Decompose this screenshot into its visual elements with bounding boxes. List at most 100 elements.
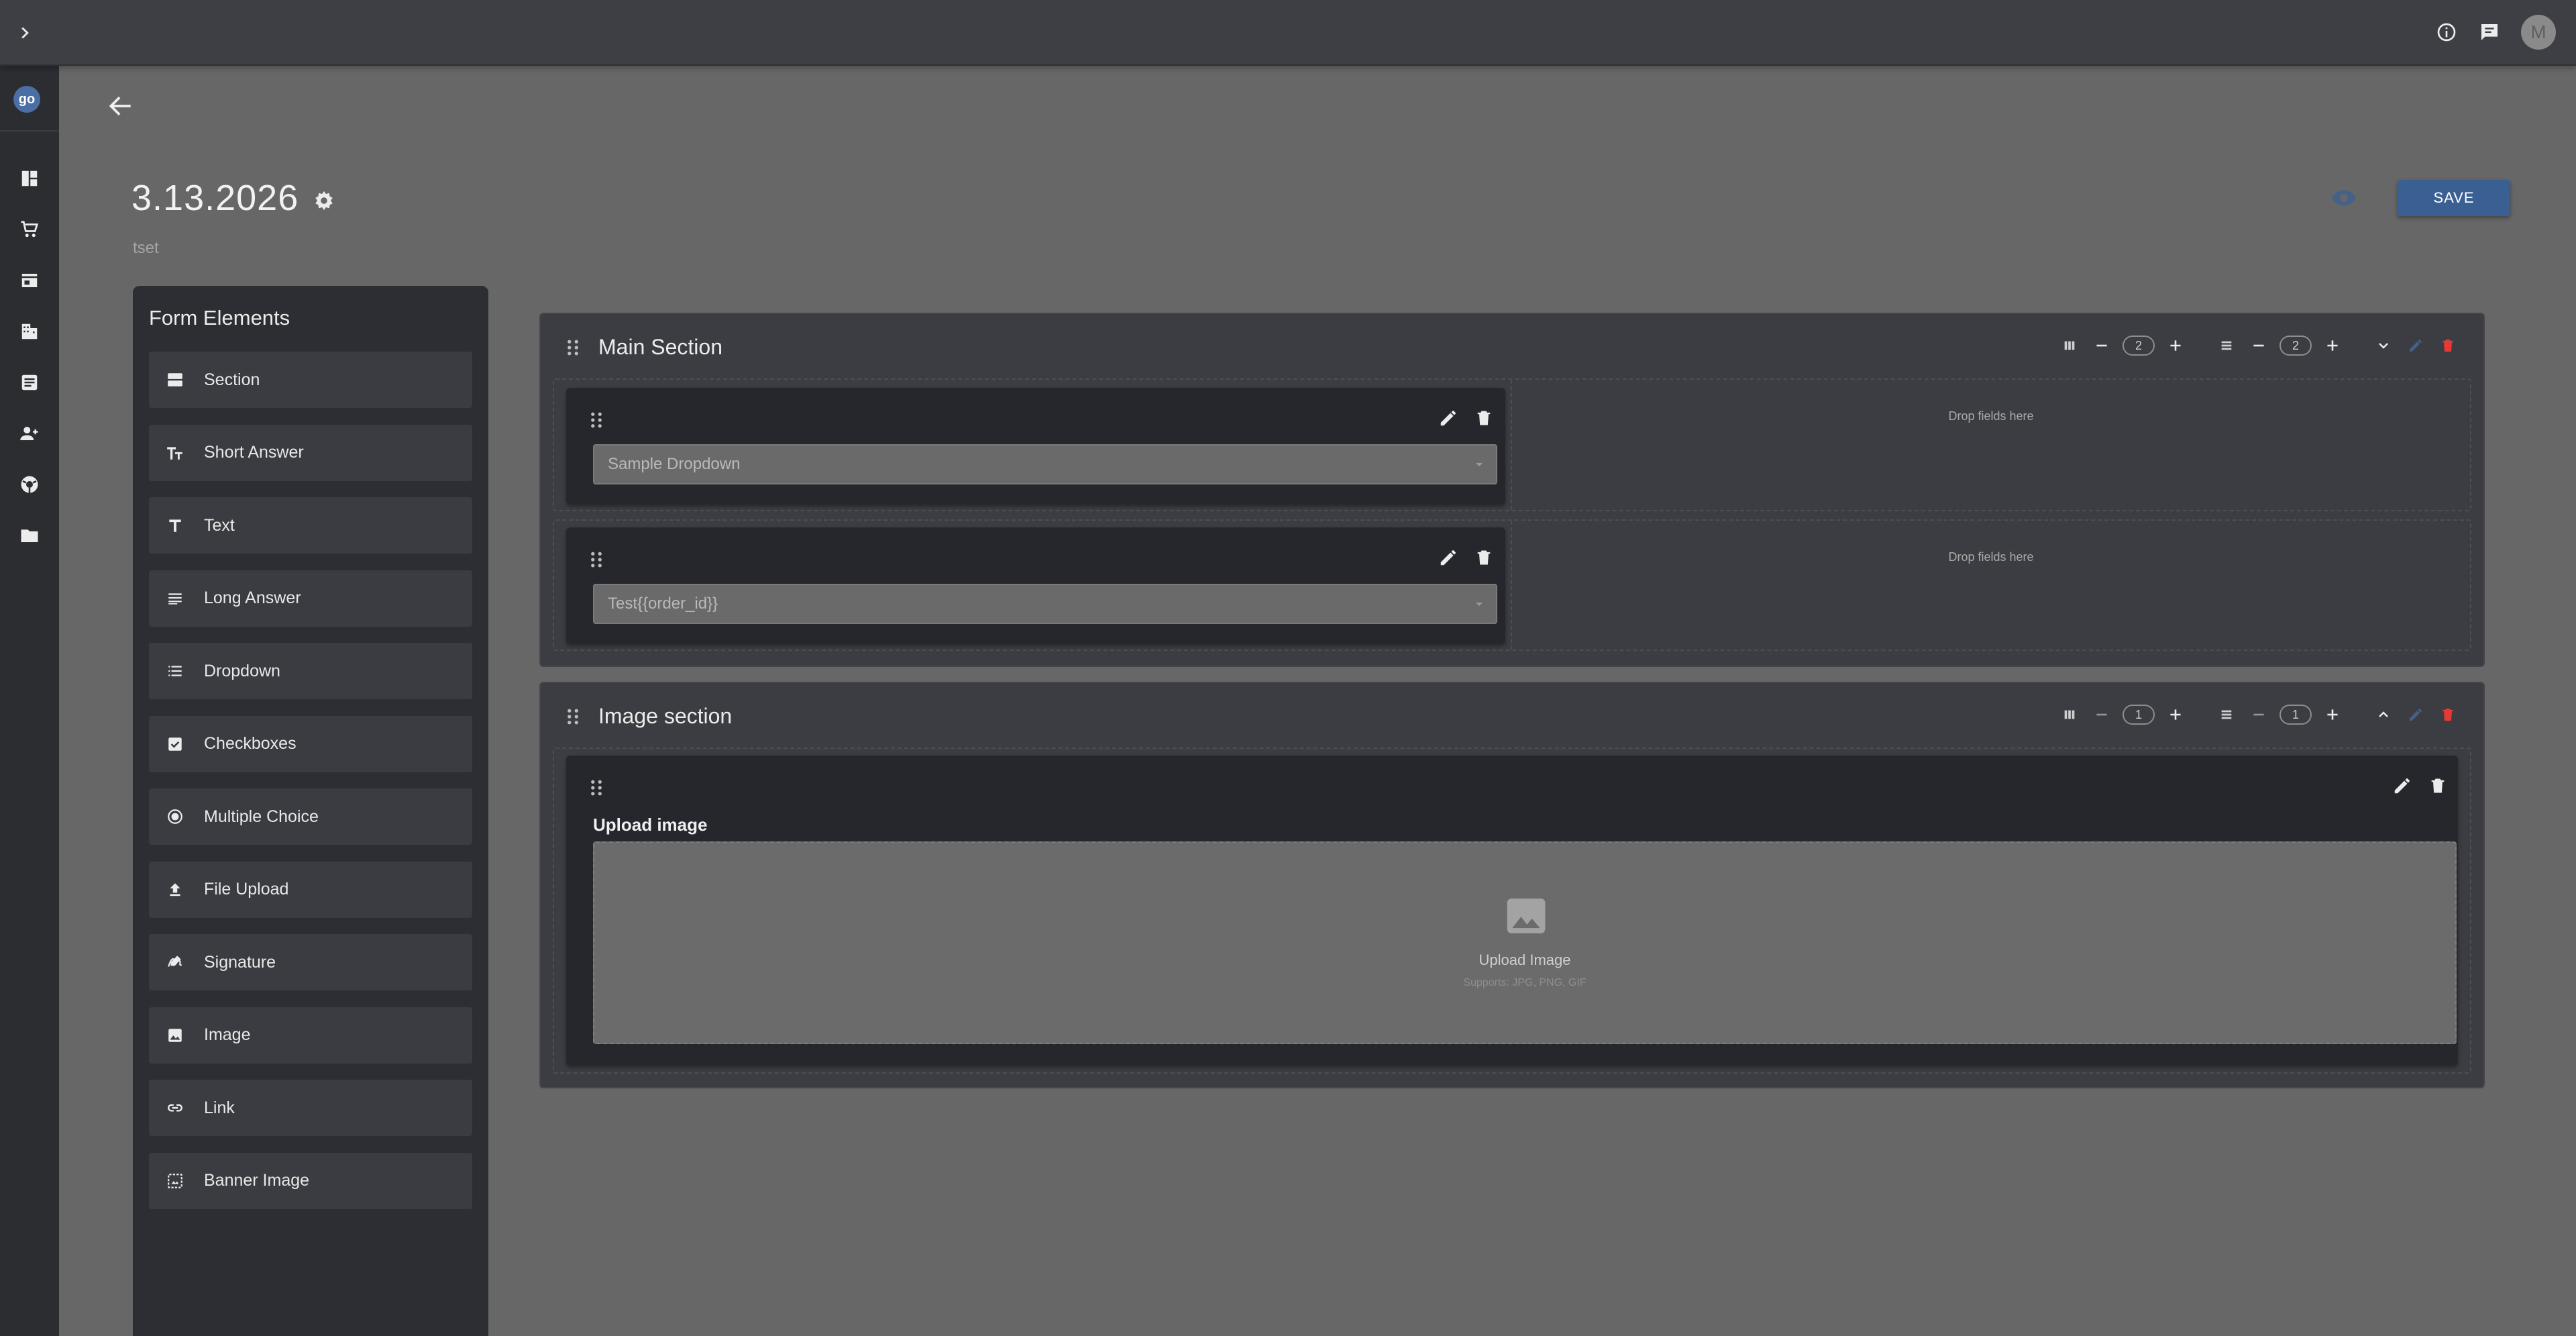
top-bar-actions: M [2435,15,2556,50]
delete-section-icon[interactable] [2436,334,2459,357]
nav-forms[interactable] [0,357,59,408]
edit-field-icon[interactable] [1438,548,1461,570]
gear-icon[interactable] [313,189,335,212]
nav-company[interactable] [0,306,59,357]
edit-section-icon[interactable] [2404,334,2427,357]
column-count: 2 [2123,336,2155,356]
edit-section-icon[interactable] [2404,703,2427,726]
rows-icon [2215,703,2238,726]
element-label: Short Answer [204,443,304,462]
avatar[interactable]: M [2521,15,2556,50]
element-short-answer[interactable]: Short Answer [149,424,472,481]
info-icon[interactable] [2435,21,2458,44]
delete-field-icon[interactable] [1474,408,1497,431]
element-file-upload[interactable]: File Upload [149,861,472,918]
back-arrow-icon[interactable] [106,91,136,121]
nav-support[interactable] [0,459,59,510]
element-dropdown[interactable]: Dropdown [149,643,472,699]
caret-down-icon [1474,462,1484,468]
element-banner-image[interactable]: Banner Image [149,1152,472,1209]
nav-users[interactable] [0,408,59,459]
decrease-columns-button[interactable] [2090,334,2113,357]
nav-dashboard[interactable] [0,153,59,204]
nav-files[interactable] [0,510,59,561]
row-count: 2 [2279,336,2312,356]
chevron-down-icon[interactable] [2372,334,2395,357]
decrease-rows-button[interactable] [2247,703,2270,726]
edit-field-icon[interactable] [2392,776,2415,799]
link-icon [165,1098,185,1118]
app-logo[interactable]: go [13,86,40,113]
drag-handle-icon[interactable] [565,338,581,357]
element-long-answer[interactable]: Long Answer [149,570,472,627]
element-label: Text [204,515,235,535]
dropdown-value: Sample Dropdown [608,455,741,473]
increase-columns-button[interactable] [2164,703,2187,726]
columns-icon [2058,334,2081,357]
element-label: Banner Image [204,1171,310,1190]
form-elements-list: Section Short Answer Text Long Answer Dr… [149,352,472,1225]
top-bar: M [0,0,2576,66]
list-icon [165,661,185,681]
form-elements-panel: Form Elements Section Short Answer Text … [133,286,488,1336]
element-label: Long Answer [204,588,301,607]
feedback-icon[interactable] [2478,21,2501,44]
nav-store[interactable] [0,255,59,306]
store-icon [19,270,40,291]
dashboard-icon [19,168,40,189]
chevron-right-icon[interactable] [15,23,35,43]
panel-title: Form Elements [149,306,290,329]
element-link[interactable]: Link [149,1080,472,1136]
chevron-up-icon[interactable] [2372,703,2395,726]
delete-field-icon[interactable] [1474,548,1497,570]
element-multiple-choice[interactable]: Multiple Choice [149,788,472,845]
rail-divider [0,130,59,132]
dropdown-field[interactable]: Test{{order_id}} [593,584,1497,624]
drop-zone[interactable]: Drop fields here [1511,521,2470,650]
image-icon [165,1025,185,1045]
nav-orders[interactable] [0,204,59,255]
long-text-icon [165,588,185,609]
increase-rows-button[interactable] [2321,334,2344,357]
increase-rows-button[interactable] [2321,703,2344,726]
image-field-card[interactable]: Upload image Upload Image Supports: JPG,… [566,756,2458,1066]
decrease-columns-button[interactable] [2090,703,2113,726]
rows-icon [2215,334,2238,357]
save-button[interactable]: SAVE [2398,180,2510,216]
banner-image-icon [165,1171,185,1191]
decrease-rows-button[interactable] [2247,334,2270,357]
drag-handle-icon[interactable] [589,411,604,429]
increase-columns-button[interactable] [2164,334,2187,357]
delete-field-icon[interactable] [2428,776,2451,799]
section-header: Main Section 2 2 [541,314,2483,378]
drag-handle-icon[interactable] [589,550,604,569]
image-upload-dropzone[interactable]: Upload Image Supports: JPG, PNG, GIF [593,841,2457,1044]
element-signature[interactable]: Signature [149,934,472,990]
section-title: Image section [598,704,733,728]
drag-handle-icon[interactable] [565,707,581,726]
delete-section-icon[interactable] [2436,703,2459,726]
element-label: Image [204,1025,251,1044]
preview-eye-icon[interactable] [2330,187,2357,209]
edit-field-icon[interactable] [1438,408,1461,431]
field-card[interactable]: Test{{order_id}} [566,527,1505,644]
drag-handle-icon[interactable] [589,778,604,797]
field-card[interactable]: Sample Dropdown [566,388,1505,505]
element-label: Link [204,1098,235,1117]
drop-zone-text: Drop fields here [1948,409,2034,423]
add-user-icon [19,423,40,444]
element-label: Signature [204,952,276,972]
form-section-main: Main Section 2 2 Sample Dropdown Drop fi… [539,313,2485,667]
cart-icon [19,219,40,240]
element-checkboxes[interactable]: Checkboxes [149,715,472,772]
drop-zone[interactable]: Drop fields here [1511,380,2470,510]
section-row: Sample Dropdown Drop fields here [553,378,2471,511]
section-header: Image section 1 1 [541,683,2483,748]
dropdown-field[interactable]: Sample Dropdown [593,444,1497,484]
row-count: 1 [2279,705,2312,725]
element-section[interactable]: Section [149,352,472,408]
element-text[interactable]: Text [149,497,472,554]
section-row: Test{{order_id}} Drop fields here [553,519,2471,651]
upload-field-label: Upload image [593,815,708,835]
element-image[interactable]: Image [149,1007,472,1064]
